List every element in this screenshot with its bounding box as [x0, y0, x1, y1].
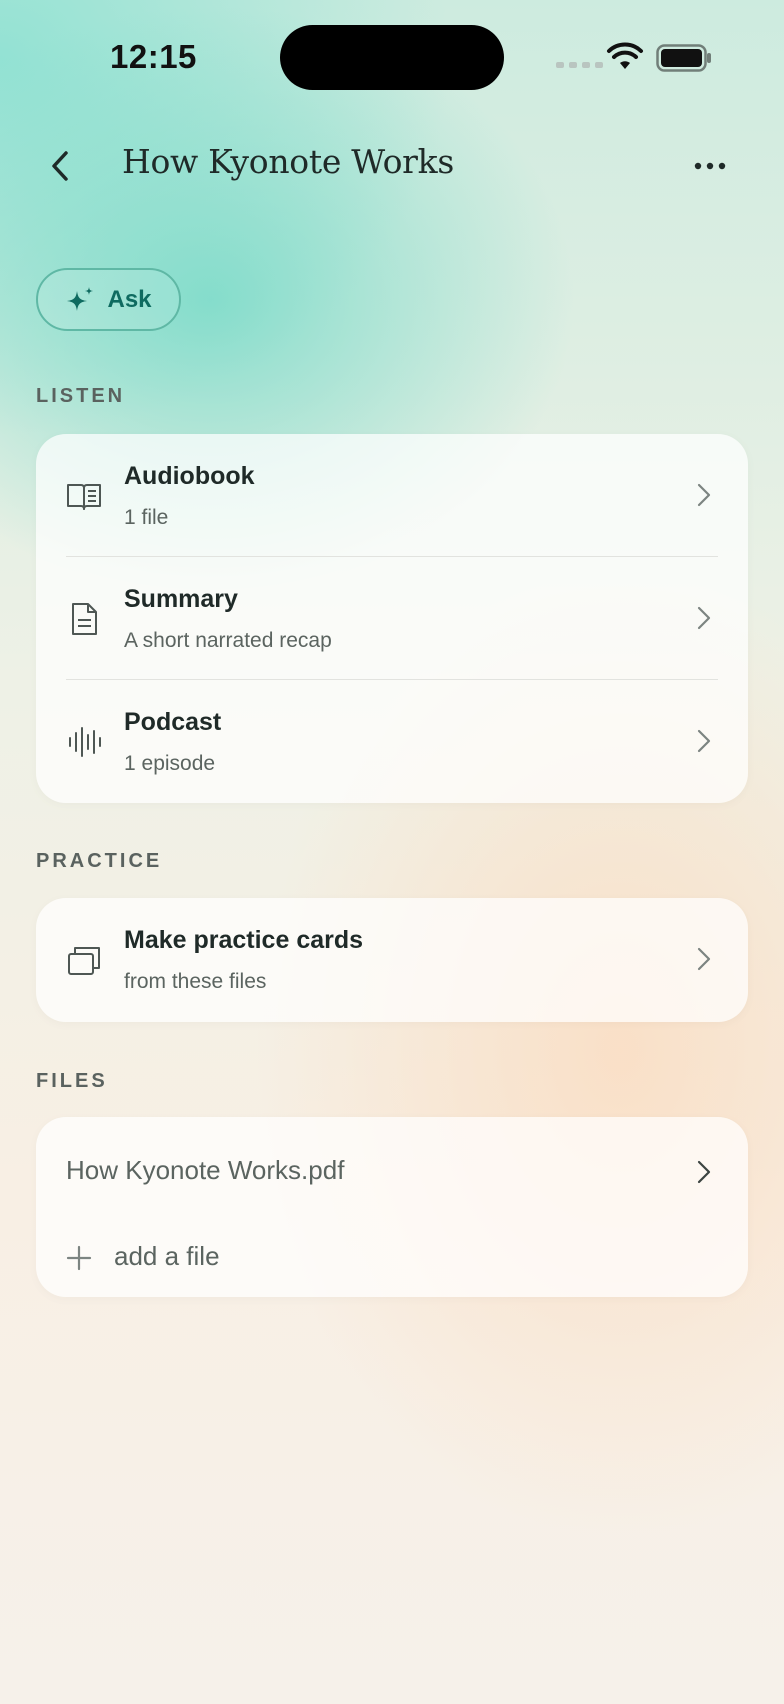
ellipsis-icon — [694, 162, 726, 170]
chevron-right-icon — [697, 729, 711, 753]
chevron-left-icon — [52, 151, 68, 181]
add-file-label: add a file — [114, 1241, 220, 1271]
chevron-right-icon — [697, 947, 711, 971]
listen-item-podcast[interactable]: Podcast 1 episode — [36, 680, 748, 802]
row-title: Audiobook — [124, 462, 255, 490]
row-subtitle: from these files — [124, 970, 267, 993]
section-label-files: FILES — [36, 1070, 108, 1092]
cards-icon — [68, 947, 100, 975]
listen-card: Audiobook 1 file Summary A short narrate… — [36, 434, 748, 803]
sparkle-icon — [67, 286, 94, 311]
row-subtitle: 1 episode — [124, 752, 216, 775]
wifi-icon — [607, 42, 643, 69]
back-button[interactable] — [40, 142, 80, 190]
chevron-right-icon — [697, 606, 711, 630]
files-card: How Kyonote Works.pdf add a file — [36, 1117, 748, 1297]
status-time: 12:15 — [110, 38, 197, 75]
practice-item-make-cards[interactable]: Make practice cards from these files — [36, 898, 748, 1020]
practice-card: Make practice cards from these files — [36, 898, 748, 1022]
row-title: Summary — [124, 585, 238, 613]
listen-item-audiobook[interactable]: Audiobook 1 file — [36, 434, 748, 556]
plus-icon — [66, 1245, 92, 1271]
dynamic-island — [280, 25, 504, 90]
cellular-signal-icon — [556, 62, 603, 68]
ask-label: Ask — [107, 285, 152, 313]
ask-button[interactable]: Ask — [36, 268, 181, 331]
chevron-right-icon — [697, 1160, 711, 1184]
more-options-button[interactable] — [688, 144, 732, 188]
open-book-icon — [67, 484, 101, 510]
row-subtitle: A short narrated recap — [124, 629, 332, 652]
header: How Kyonote Works — [0, 130, 784, 200]
section-label-listen: LISTEN — [36, 385, 126, 407]
chevron-right-icon — [697, 483, 711, 507]
row-subtitle: 1 file — [124, 506, 169, 529]
row-title: Make practice cards — [124, 926, 364, 954]
battery-icon — [656, 44, 711, 72]
file-item[interactable]: How Kyonote Works.pdf — [36, 1117, 748, 1227]
status-bar: 12:15 — [0, 0, 784, 120]
waveform-icon — [69, 727, 101, 757]
page-title: How Kyonote Works — [122, 142, 454, 181]
document-icon — [72, 603, 97, 635]
section-label-practice: PRACTICE — [36, 850, 163, 872]
file-name: How Kyonote Works.pdf — [66, 1155, 345, 1185]
row-title: Podcast — [124, 708, 222, 736]
add-file-button[interactable]: add a file — [36, 1227, 748, 1297]
listen-item-summary[interactable]: Summary A short narrated recap — [36, 557, 748, 679]
